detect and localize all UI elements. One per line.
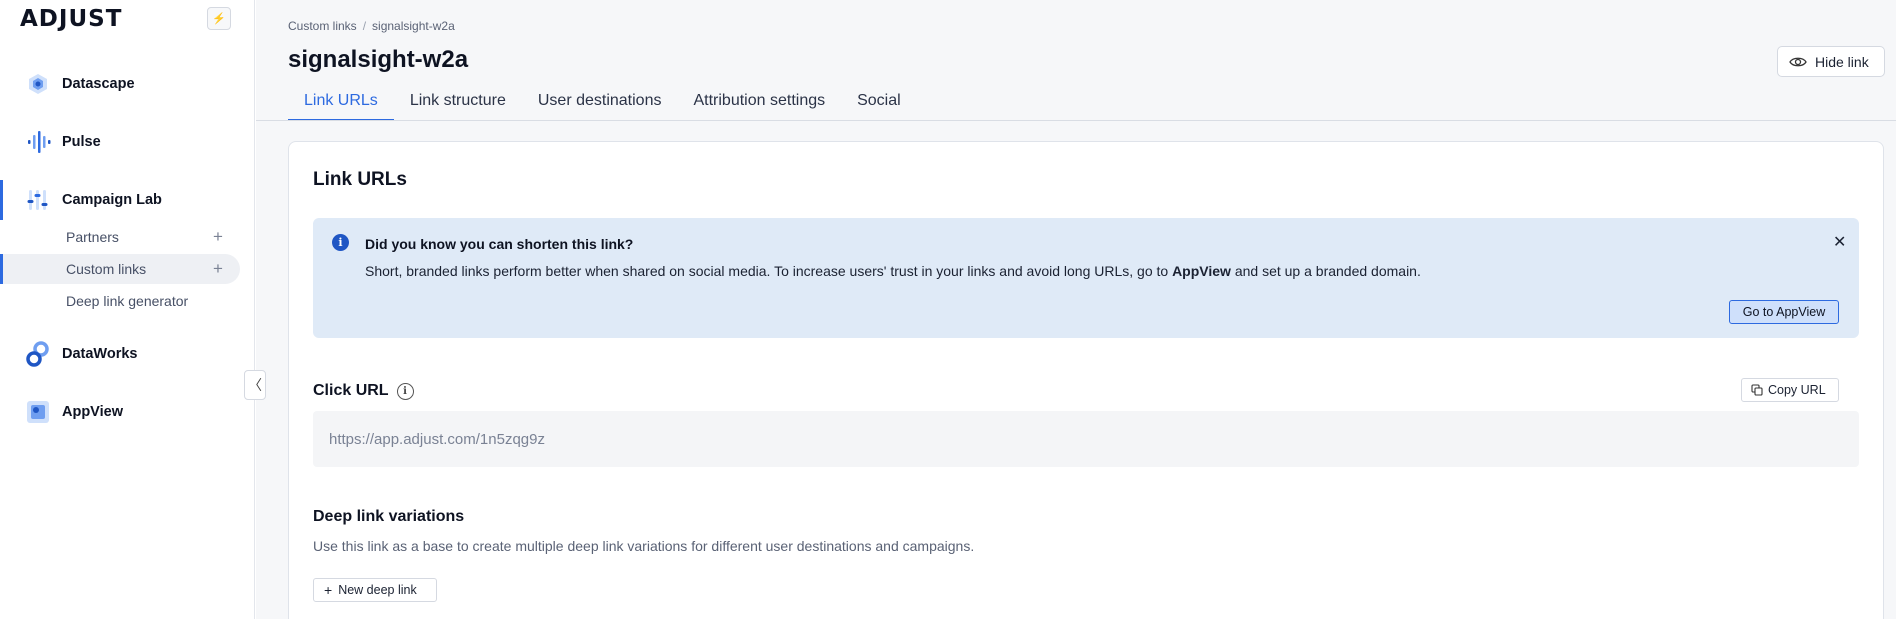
dataworks-icon <box>26 341 49 367</box>
new-deep-link-button[interactable]: + New deep link <box>313 578 437 602</box>
sidebar-item-label: Datascape <box>62 76 135 92</box>
breadcrumb-item: signalsight-w2a <box>372 19 455 33</box>
card-title: Link URLs <box>313 169 407 190</box>
breadcrumb: Custom links / signalsight-w2a <box>288 19 455 33</box>
pulse-icon <box>28 131 51 153</box>
hide-link-label: Hide link <box>1815 53 1869 70</box>
add-custom-link-icon[interactable]: + <box>213 259 223 279</box>
sidebar-subitem-label: Deep link generator <box>66 293 189 309</box>
banner-title: Did you know you can shorten this link? <box>365 236 634 252</box>
deep-link-variations-description: Use this link as a base to create multip… <box>313 538 975 554</box>
sidebar-item-pulse[interactable]: Pulse <box>0 122 254 162</box>
sidebar-item-appview[interactable]: AppView <box>0 392 254 432</box>
sidebar-item-datascape[interactable]: Datascape <box>0 64 254 104</box>
sidebar-subitem-label: Custom links <box>66 261 147 277</box>
sidebar: ADJUST ⚡ Datascape Pulse Campaign Lab Pa… <box>0 0 255 619</box>
tab-social[interactable]: Social <box>841 88 917 121</box>
datascape-icon <box>29 74 47 94</box>
sidebar-item-dataworks[interactable]: DataWorks <box>0 334 254 374</box>
page-title: signalsight-w2a <box>288 46 469 73</box>
copy-icon <box>1751 384 1763 396</box>
go-to-appview-button[interactable]: Go to AppView <box>1729 300 1839 324</box>
banner-text-part: and set up a branded domain. <box>1230 263 1421 279</box>
adjust-logo[interactable]: ADJUST <box>20 6 122 32</box>
add-partner-icon[interactable]: + <box>213 227 223 247</box>
collapse-sidebar-button[interactable]: 〈 <box>244 370 266 400</box>
sidebar-subitem-custom-links[interactable]: Custom links + <box>0 254 240 284</box>
click-url-label: Click URL <box>313 382 389 399</box>
click-url-input[interactable] <box>313 411 1859 467</box>
new-deep-link-label: New deep link <box>338 583 417 597</box>
banner-text-appview: AppView <box>1172 263 1231 279</box>
click-url-heading: Click URL i <box>313 382 414 400</box>
banner-text-part: Short, branded links perform better when… <box>365 263 1173 279</box>
sidebar-item-label: DataWorks <box>62 346 138 362</box>
tab-bar: Link URLs Link structure User destinatio… <box>288 88 917 121</box>
deep-link-variations-title: Deep link variations <box>313 508 465 525</box>
tab-attribution-settings[interactable]: Attribution settings <box>677 88 841 121</box>
breadcrumb-item[interactable]: Custom links <box>288 19 357 33</box>
tab-user-destinations[interactable]: User destinations <box>522 88 678 121</box>
sidebar-subitem-partners[interactable]: Partners + <box>0 222 240 252</box>
sidebar-item-label: AppView <box>62 404 123 420</box>
link-urls-card: Link URLs i Did you know you can shorten… <box>288 141 1884 619</box>
breadcrumb-separator: / <box>362 19 367 33</box>
eye-icon <box>1789 57 1807 66</box>
hide-link-button[interactable]: Hide link <box>1777 46 1885 77</box>
main-content: Custom links / signalsight-w2a signalsight… <box>256 0 1896 619</box>
appview-icon <box>27 401 49 423</box>
shorten-link-banner: i Did you know you can shorten this link… <box>313 218 1859 338</box>
sidebar-item-label: Campaign Lab <box>62 192 162 208</box>
tab-link-urls[interactable]: Link URLs <box>288 88 394 121</box>
sidebar-subitem-deep-link-generator[interactable]: Deep link generator <box>0 286 240 316</box>
sidebar-item-label: Pulse <box>62 134 101 150</box>
chevron-left-icon: 〈 <box>248 377 262 393</box>
close-icon[interactable]: ✕ <box>1833 232 1846 252</box>
tab-link-structure[interactable]: Link structure <box>394 88 522 121</box>
copy-url-label: Copy URL <box>1768 383 1826 397</box>
click-url-field[interactable] <box>313 411 1859 467</box>
bolt-icon[interactable]: ⚡ <box>207 7 231 30</box>
plus-icon: + <box>324 582 333 598</box>
sidebar-subitem-label: Partners <box>66 229 119 245</box>
copy-url-button[interactable]: Copy URL <box>1741 378 1839 402</box>
tabs-divider <box>256 120 1896 121</box>
campaign-lab-icon <box>27 190 48 210</box>
banner-text: Short, branded links perform better when… <box>365 263 1421 279</box>
sidebar-item-campaign-lab[interactable]: Campaign Lab <box>0 180 254 220</box>
info-icon[interactable]: i <box>396 382 414 400</box>
info-icon: i <box>332 234 349 251</box>
